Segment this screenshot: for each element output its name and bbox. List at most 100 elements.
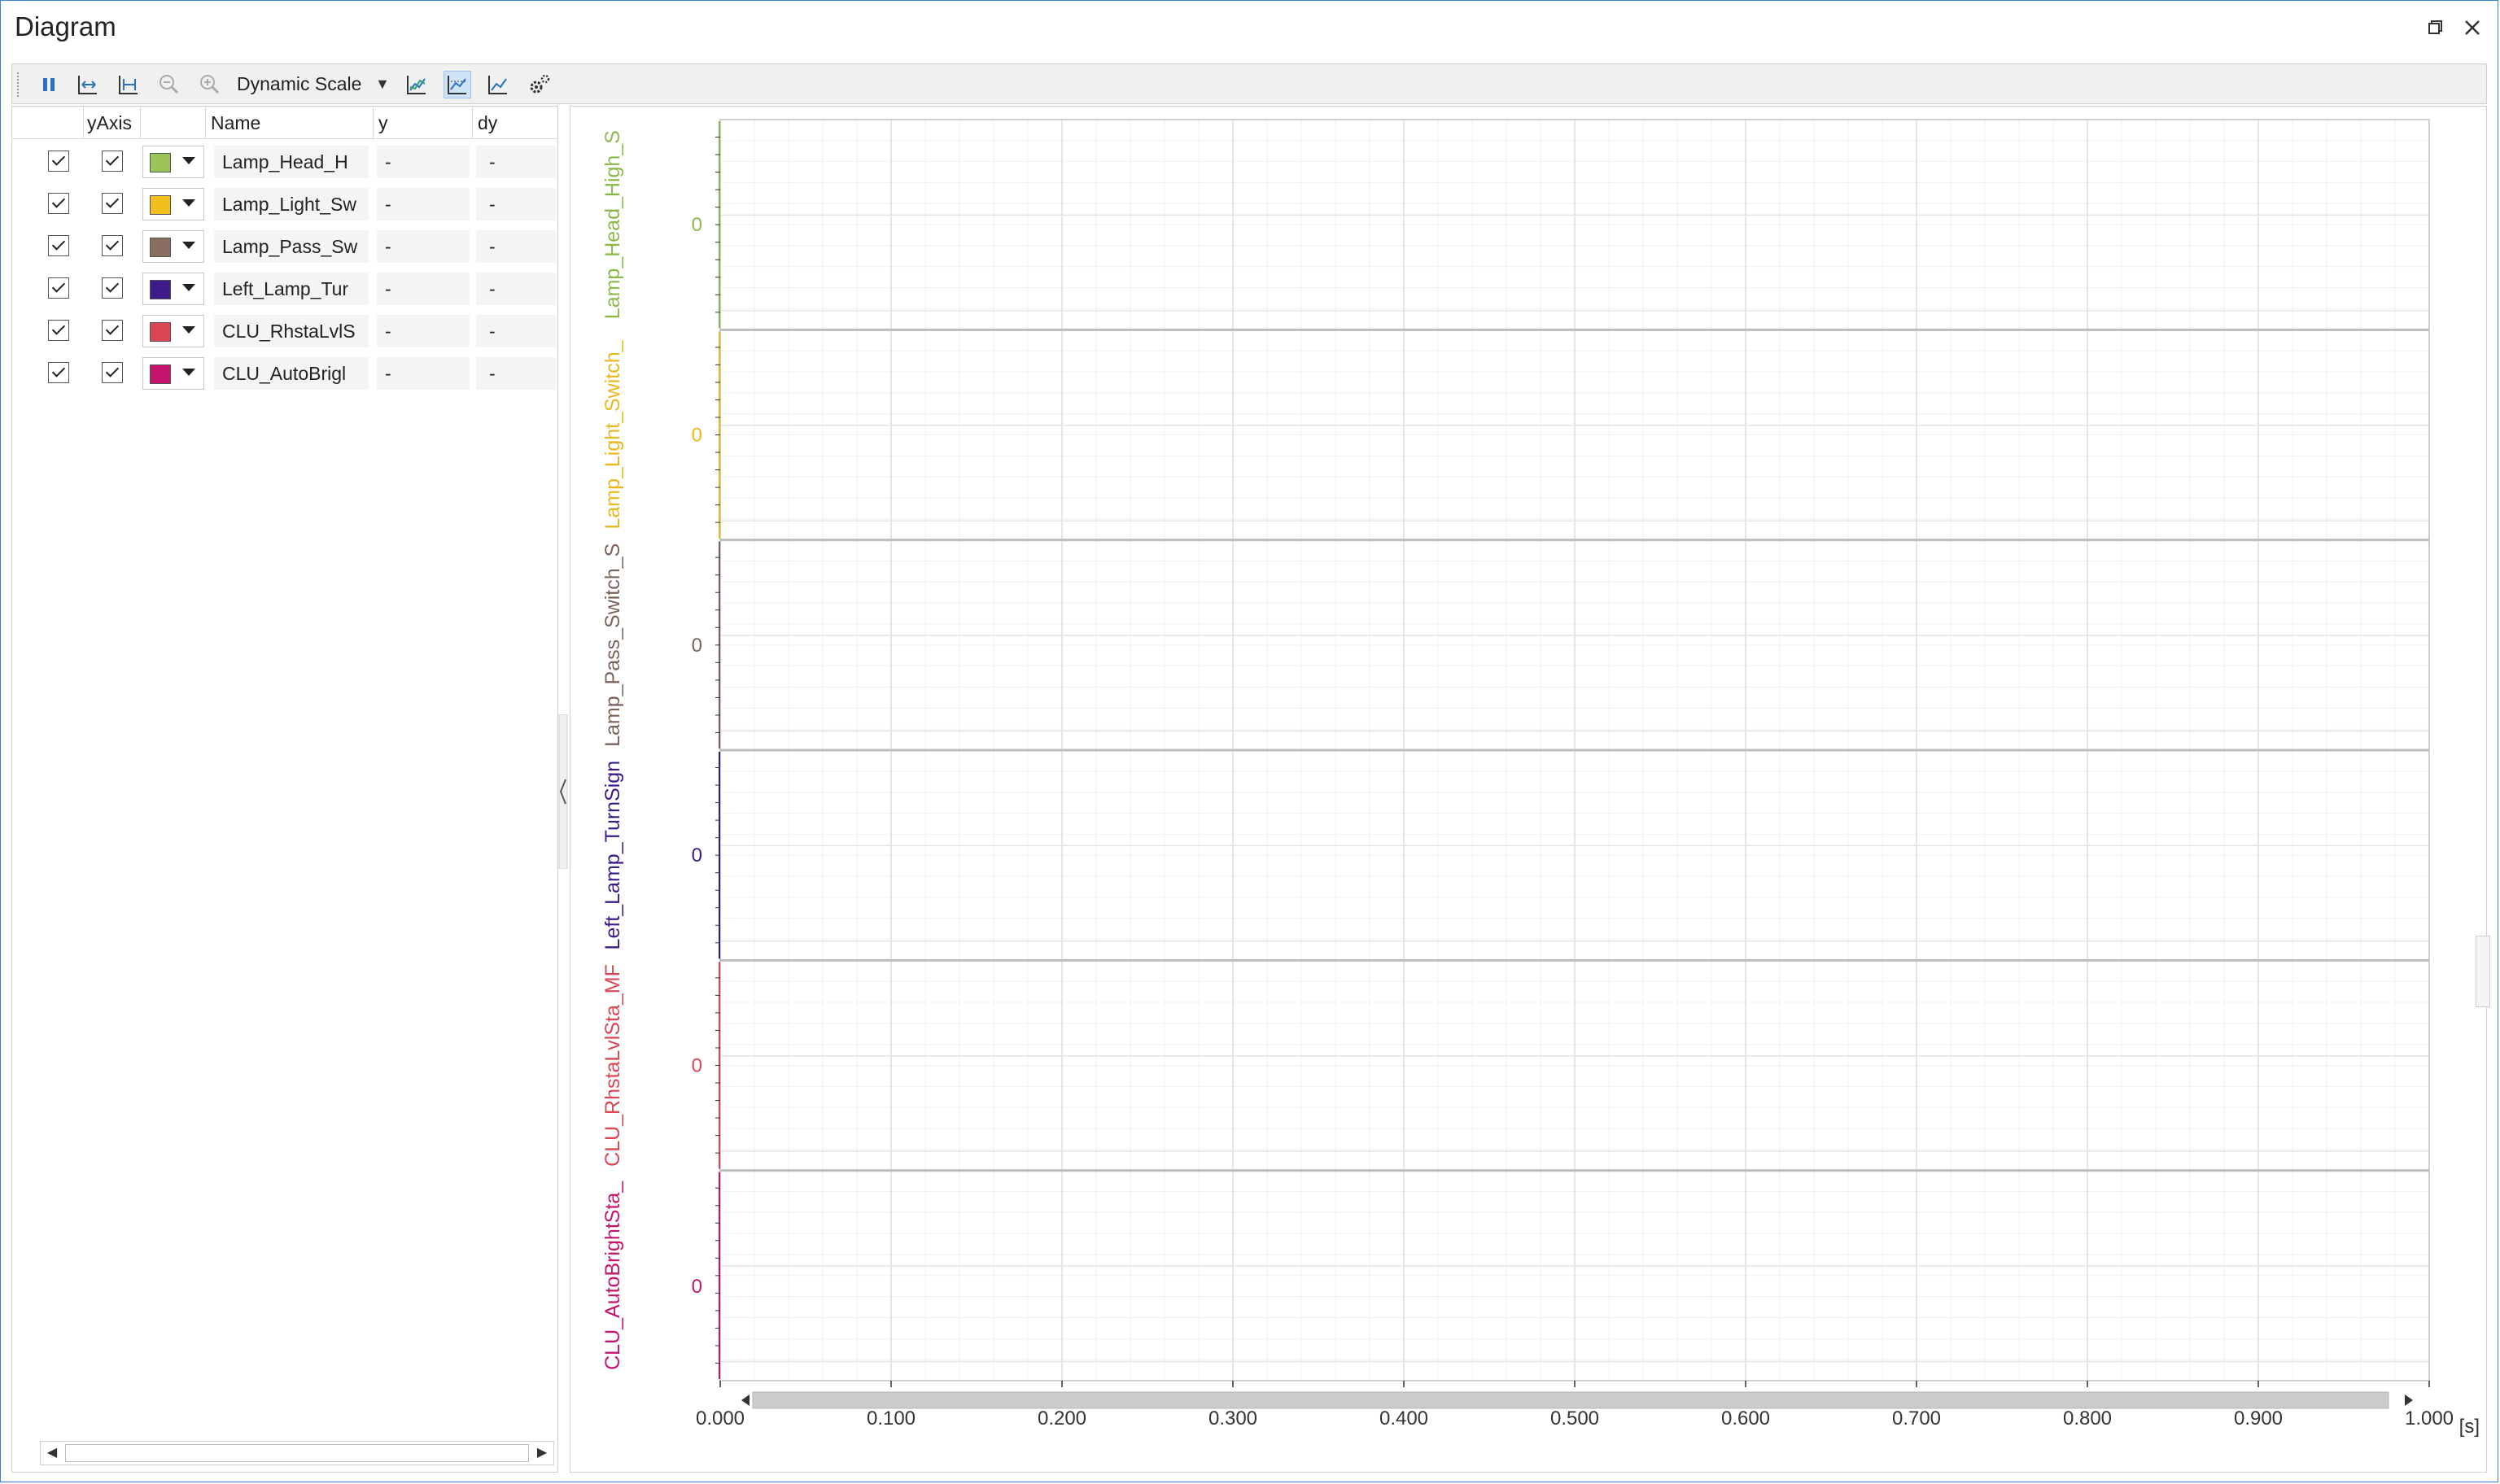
signal-name: Lamp_Head_H (214, 146, 369, 178)
y-tick-label: 0 (692, 1276, 702, 1298)
color-picker[interactable] (142, 273, 204, 305)
dy-value: - (476, 273, 556, 305)
close-icon[interactable] (2458, 13, 2487, 42)
scrollbar-thumb[interactable] (65, 1444, 529, 1462)
enable-checkbox[interactable] (48, 362, 69, 383)
x-tick-label: 0.900 (2234, 1408, 2283, 1429)
x-tick-label: 0.300 (1208, 1408, 1257, 1429)
header-name[interactable]: Name (206, 107, 374, 139)
diagram-chart-area: 0 Lamp_Head_High_S 0 Lamp_Light_Switch_ 0 Lam… (570, 106, 2487, 1473)
color-picker[interactable] (142, 230, 204, 263)
gear-icon[interactable] (525, 71, 553, 98)
chevron-down-icon[interactable]: ▼ (375, 76, 390, 93)
x-unit-label: [s] (2459, 1416, 2480, 1438)
x-tick-label: 0.100 (867, 1408, 916, 1429)
chart-icon[interactable] (444, 71, 471, 98)
pause-icon[interactable] (35, 71, 63, 98)
panel-splitter[interactable] (558, 714, 568, 870)
x-tick-label: 0.400 (1379, 1408, 1428, 1429)
table-row[interactable]: CLU_AutoBrigl - - (12, 352, 557, 395)
title-bar: Diagram (0, 0, 2498, 57)
x-tick-label: 0.200 (1038, 1408, 1086, 1429)
zoom-out-icon[interactable] (155, 71, 183, 98)
yaxis-checkbox[interactable] (102, 193, 123, 214)
enable-checkbox[interactable] (48, 193, 69, 214)
signal-name: Lamp_Light_Sw (214, 188, 369, 220)
y-value: - (377, 315, 470, 347)
window-title: Diagram (15, 11, 116, 41)
dy-value: - (476, 146, 556, 178)
y-tick-label: 0 (692, 635, 702, 657)
chart-scrollbar-thumb[interactable] (752, 1391, 2389, 1409)
chevron-down-icon[interactable] (182, 284, 195, 291)
y-value: - (377, 357, 470, 390)
color-swatch (150, 364, 171, 384)
signal-name: CLU_AutoBrigl (214, 357, 369, 390)
header-enable[interactable] (12, 107, 84, 139)
zoom-in-icon[interactable] (196, 71, 224, 98)
y-tick-label: 0 (692, 425, 702, 447)
chevron-down-icon[interactable] (182, 157, 195, 164)
right-dock-handle[interactable] (2476, 936, 2490, 1007)
dy-value: - (476, 315, 556, 347)
scroll-right-icon[interactable]: ▶ (534, 1445, 550, 1461)
y-value: - (377, 230, 470, 263)
x-tick-label: 0.700 (1892, 1408, 1941, 1429)
chart-svg: 0 Lamp_Head_High_S 0 Lamp_Light_Switch_ 0 Lam… (601, 119, 2480, 1438)
color-picker[interactable] (142, 188, 204, 220)
color-picker[interactable] (142, 146, 204, 178)
header-dy[interactable]: dy (473, 107, 557, 139)
scroll-left-icon[interactable]: ◀ (44, 1445, 60, 1461)
yaxis-checkbox[interactable] (102, 277, 123, 299)
table-row[interactable]: Left_Lamp_Tur - - (12, 268, 557, 310)
color-swatch (150, 238, 171, 257)
fit-x-icon[interactable] (74, 71, 102, 98)
scale-mode-select[interactable]: Dynamic Scale (237, 73, 361, 95)
series-label: Lamp_Light_Switch_ (601, 339, 624, 529)
enable-checkbox[interactable] (48, 235, 69, 256)
header-yaxis[interactable]: yAxis (84, 107, 141, 139)
horizontal-scrollbar[interactable]: ◀ ▶ (40, 1441, 554, 1465)
scroll-right-icon[interactable] (2405, 1395, 2413, 1406)
signal-name: CLU_RhstaLvlS (214, 315, 369, 347)
enable-checkbox[interactable] (48, 151, 69, 172)
color-swatch (150, 153, 171, 172)
color-picker[interactable] (142, 357, 204, 390)
series-label: Lamp_Head_High_S (601, 130, 624, 319)
y-tick-label: 0 (692, 214, 702, 236)
y-value: - (377, 188, 470, 220)
chevron-down-icon[interactable] (182, 242, 195, 249)
yaxis-checkbox[interactable] (102, 362, 123, 383)
series-label: Left_Lamp_TurnSign (601, 761, 624, 950)
chart-settings-icon[interactable] (403, 71, 431, 98)
scroll-left-icon[interactable] (741, 1395, 750, 1406)
series-label: Lamp_Pass_Switch_S (601, 543, 624, 747)
yaxis-checkbox[interactable] (102, 320, 123, 341)
header-y[interactable]: y (374, 107, 473, 139)
chart-alt-icon[interactable] (484, 71, 512, 98)
table-row[interactable]: Lamp_Light_Sw - - (12, 183, 557, 225)
x-tick-label: 0.500 (1550, 1408, 1599, 1429)
fit-range-icon[interactable] (115, 71, 142, 98)
yaxis-checkbox[interactable] (102, 235, 123, 256)
color-picker[interactable] (142, 315, 204, 347)
color-swatch (150, 322, 171, 342)
chevron-down-icon[interactable] (182, 326, 195, 334)
x-tick-label: 1.000 (2405, 1408, 2454, 1429)
table-row[interactable]: CLU_RhstaLvlS - - (12, 310, 557, 352)
yaxis-checkbox[interactable] (102, 151, 123, 172)
chevron-down-icon[interactable] (182, 199, 195, 207)
toolbar-grip[interactable] (17, 72, 22, 97)
x-tick-label: 0.600 (1721, 1408, 1770, 1429)
color-swatch (150, 195, 171, 215)
toolbar: Dynamic Scale ▼ (11, 63, 2487, 104)
table-row[interactable]: Lamp_Pass_Sw - - (12, 225, 557, 268)
table-row[interactable]: Lamp_Head_H - - (12, 141, 557, 183)
enable-checkbox[interactable] (48, 320, 69, 341)
header-color[interactable] (141, 107, 206, 139)
series-label: CLU_AutoBrightSta_ (601, 1181, 624, 1370)
chevron-down-icon[interactable] (182, 369, 195, 376)
x-tick-label: 0.800 (2063, 1408, 2112, 1429)
enable-checkbox[interactable] (48, 277, 69, 299)
restore-icon[interactable] (2420, 13, 2450, 42)
